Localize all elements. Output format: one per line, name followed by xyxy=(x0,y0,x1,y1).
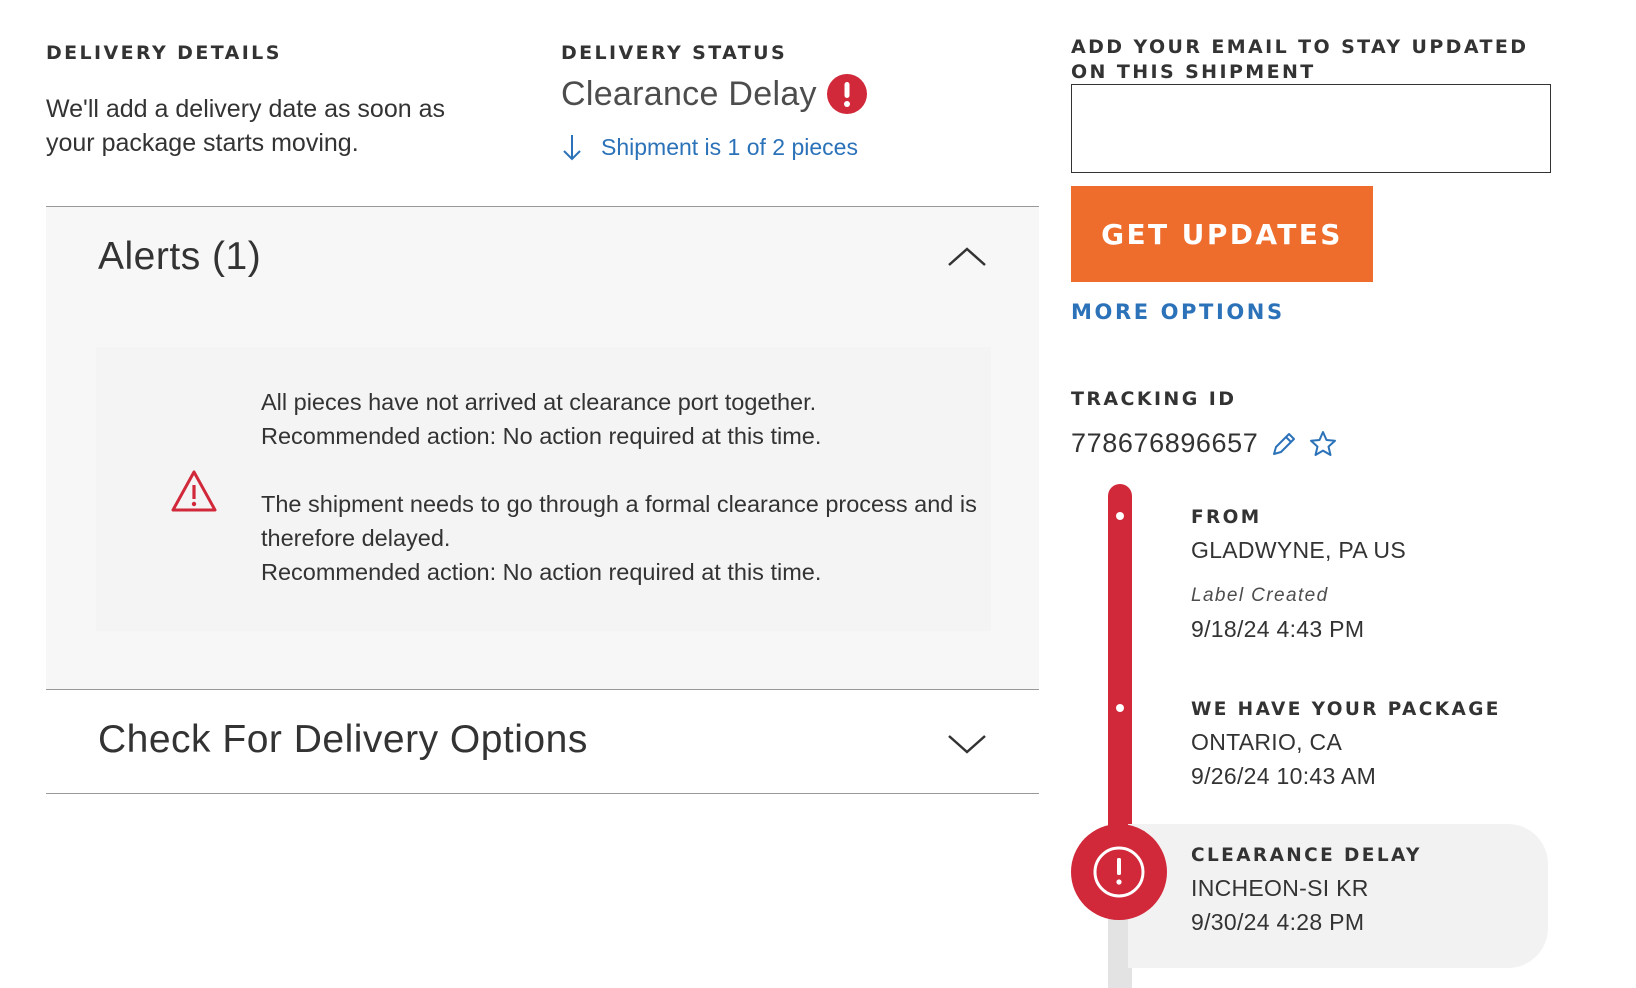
alerts-title: Alerts (1) xyxy=(98,235,262,278)
timeline-progress xyxy=(1108,484,1132,870)
timeline-event-location: INCHEON-SI KR xyxy=(1191,875,1369,901)
shipment-pieces-link[interactable]: Shipment is 1 of 2 pieces xyxy=(561,132,858,162)
tracking-id-label: TRACKING ID xyxy=(1071,388,1237,410)
alerts-content: All pieces have not arrived at clearance… xyxy=(96,347,991,631)
timeline-event-title: WE HAVE YOUR PACKAGE xyxy=(1191,699,1501,720)
arrow-down-icon xyxy=(563,135,581,161)
timeline-event-location: GLADWYNE, PA US xyxy=(1191,537,1406,563)
delivery-details-text: We'll add a delivery date as soon as you… xyxy=(46,95,445,157)
email-field[interactable] xyxy=(1071,84,1551,173)
delivery-status-heading: DELIVERY STATUS xyxy=(561,42,788,64)
delivery-options-toggle[interactable]: Check For Delivery Options xyxy=(46,690,1039,794)
chevron-up-icon[interactable] xyxy=(946,245,988,269)
timeline-event-time: 9/26/24 10:43 AM xyxy=(1191,763,1377,789)
delivery-status-text: Clearance Delay xyxy=(561,74,817,113)
exclamation-circle-icon xyxy=(1093,846,1145,898)
timeline-event-status: Label Created xyxy=(1191,585,1329,606)
email-updates-label: ADD YOUR EMAIL TO STAY UPDATED ON THIS S… xyxy=(1071,36,1529,83)
timeline-event-title: FROM xyxy=(1191,507,1262,528)
delivery-options-title: Check For Delivery Options xyxy=(98,718,588,761)
get-updates-button[interactable]: GET UPDATES xyxy=(1071,186,1373,282)
star-icon[interactable] xyxy=(1308,429,1338,459)
tracking-id-row: 778676896657 xyxy=(1071,428,1338,459)
alerts-toggle[interactable]: Alerts (1) xyxy=(46,207,1039,307)
alert-message: The shipment needs to go through a forma… xyxy=(261,491,977,585)
delivery-details-heading: DELIVERY DETAILS xyxy=(46,42,282,64)
timeline-event-location: ONTARIO, CA xyxy=(1191,729,1343,755)
exclamation-circle-icon xyxy=(826,74,867,114)
chevron-down-icon[interactable] xyxy=(946,732,988,756)
alert-message: All pieces have not arrived at clearance… xyxy=(261,389,822,449)
timeline-dot xyxy=(1116,512,1124,520)
delivery-status: Clearance Delay xyxy=(561,74,867,114)
tracking-number: 778676896657 xyxy=(1071,428,1259,458)
timeline-event-time: 9/30/24 4:28 PM xyxy=(1191,909,1365,935)
alerts-panel: Alerts (1) All pieces have not arrived a… xyxy=(46,206,1039,690)
current-event-marker xyxy=(1071,824,1167,920)
timeline-event-time: 9/18/24 4:43 PM xyxy=(1191,616,1365,642)
warning-triangle-icon xyxy=(171,470,217,512)
pencil-icon[interactable] xyxy=(1270,430,1298,458)
timeline-event-title: CLEARANCE DELAY xyxy=(1191,845,1422,866)
shipment-pieces-label[interactable]: Shipment is 1 of 2 pieces xyxy=(601,134,858,161)
timeline-dot xyxy=(1116,704,1124,712)
more-options-link[interactable]: MORE OPTIONS xyxy=(1071,300,1285,324)
